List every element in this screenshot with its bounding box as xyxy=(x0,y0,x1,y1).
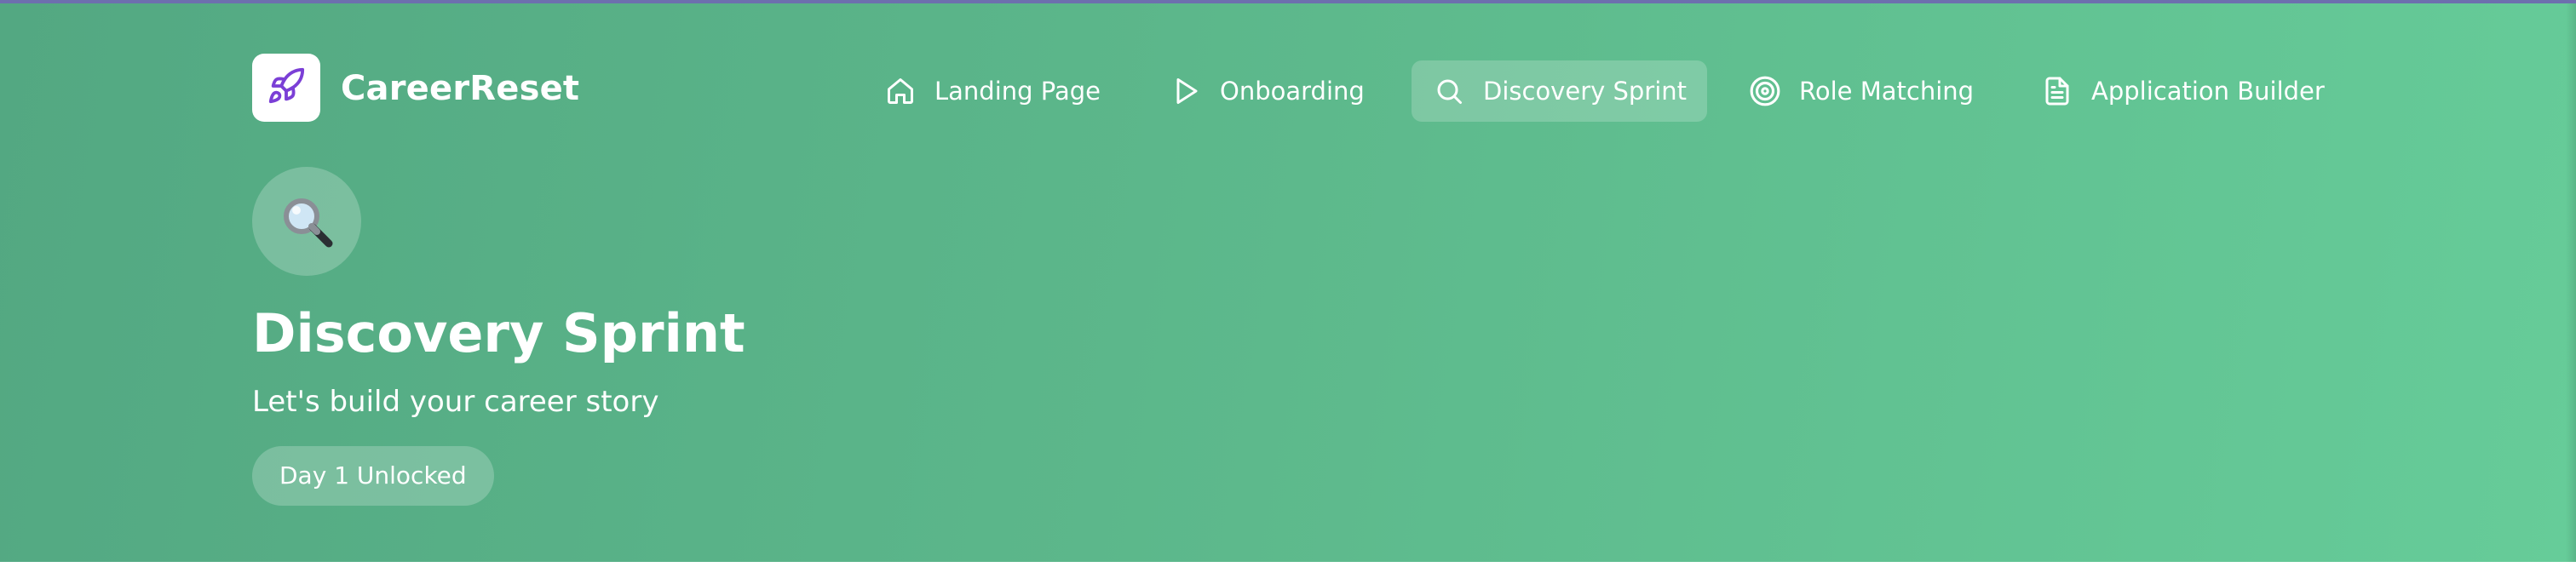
nav-item-landing-page[interactable]: Landing Page xyxy=(863,60,1121,122)
scroll-edge-shadow xyxy=(2566,3,2576,562)
brand-name[interactable]: CareerReset xyxy=(341,68,579,109)
nav-item-onboarding[interactable]: Onboarding xyxy=(1148,60,1385,122)
search-icon xyxy=(1432,74,1466,108)
rocket-icon xyxy=(267,66,306,109)
nav-item-discovery-sprint[interactable]: Discovery Sprint xyxy=(1412,60,1708,122)
page: CareerReset Landing Page Onboarding Disc… xyxy=(0,0,2576,567)
nav-label: Discovery Sprint xyxy=(1483,77,1688,106)
page-title: Discovery Sprint xyxy=(252,302,745,364)
nav-item-role-matching[interactable]: Role Matching xyxy=(1728,60,1994,122)
page-subtitle: Let's build your career story xyxy=(252,385,659,419)
nav-label: Onboarding xyxy=(1220,77,1365,106)
play-icon xyxy=(1169,74,1203,108)
nav-label: Role Matching xyxy=(1799,77,1975,106)
nav-item-application-builder[interactable]: Application Builder xyxy=(2020,60,2345,122)
logo[interactable] xyxy=(252,54,320,122)
target-icon xyxy=(1748,74,1782,108)
nav-label: Landing Page xyxy=(934,77,1101,106)
document-icon xyxy=(2040,74,2074,108)
nav-label: Application Builder xyxy=(2091,77,2325,106)
hero-magnifying-glass-icon xyxy=(252,167,361,276)
home-icon xyxy=(883,74,917,108)
status-badge: Day 1 Unlocked xyxy=(252,446,494,506)
